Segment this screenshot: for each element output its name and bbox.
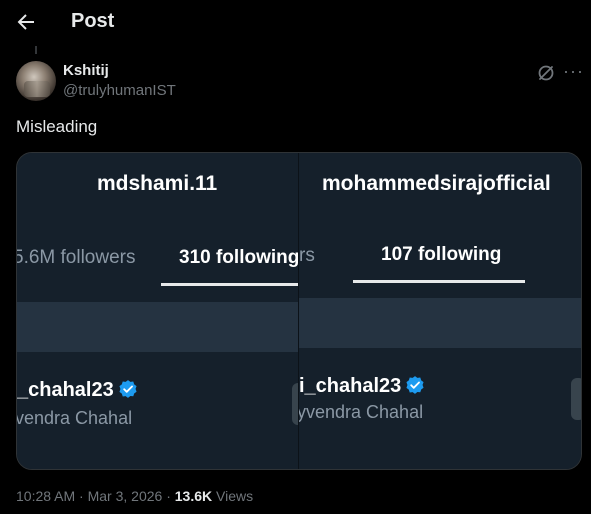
user-name-right: yvendra Chahal bbox=[299, 402, 424, 422]
followers-tab-right: rs bbox=[299, 245, 315, 266]
post-text: Misleading bbox=[16, 117, 98, 136]
profile-name-left: mdshami.11 bbox=[97, 172, 218, 195]
edge-button-right bbox=[571, 378, 581, 420]
following-underline-right bbox=[353, 280, 525, 283]
profile-name-right: mohammedsirajofficial bbox=[322, 172, 551, 195]
section-band-left bbox=[17, 302, 298, 352]
author-handle[interactable]: @trulyhumanIST bbox=[63, 82, 176, 99]
following-tab-left: 310 following bbox=[179, 247, 298, 268]
following-tab-right: 107 following bbox=[381, 244, 502, 265]
following-underline-left bbox=[161, 283, 298, 286]
screenshot-panel-right: mohammedsirajofficial rs 107 following i… bbox=[299, 153, 581, 469]
verified-badge-icon bbox=[406, 376, 424, 394]
user-handle-left: _chahal23 bbox=[17, 379, 138, 402]
user-handle-right: i_chahal23 bbox=[299, 375, 425, 398]
user-handle-text-left: _chahal23 bbox=[17, 379, 114, 401]
post-media-image[interactable]: mdshami.11 5.6M followers 310 following … bbox=[16, 152, 582, 470]
top-bar: Post bbox=[0, 0, 591, 44]
post-timestamp[interactable]: 10:28 AM · Mar 3, 2026 · bbox=[16, 488, 175, 504]
author-name[interactable]: Kshitij bbox=[63, 62, 109, 79]
grok-icon[interactable] bbox=[536, 63, 556, 83]
section-band-right bbox=[299, 298, 581, 348]
views-label: Views bbox=[212, 488, 254, 504]
followers-tab-left: 5.6M followers bbox=[17, 247, 136, 268]
thread-connector bbox=[35, 46, 37, 54]
user-name-left: vendra Chahal bbox=[17, 408, 133, 428]
avatar[interactable] bbox=[16, 61, 56, 101]
page-title: Post bbox=[71, 10, 115, 32]
more-icon[interactable]: ··· bbox=[563, 61, 584, 82]
screenshot-panel-left: mdshami.11 5.6M followers 310 following … bbox=[17, 153, 298, 469]
post-metadata: 10:28 AM · Mar 3, 2026 · 13.6K Views bbox=[16, 488, 253, 504]
back-arrow-icon[interactable] bbox=[14, 10, 38, 34]
views-count: 13.6K bbox=[174, 488, 213, 504]
verified-badge-icon bbox=[119, 380, 137, 398]
user-handle-text-right: i_chahal23 bbox=[299, 375, 402, 397]
